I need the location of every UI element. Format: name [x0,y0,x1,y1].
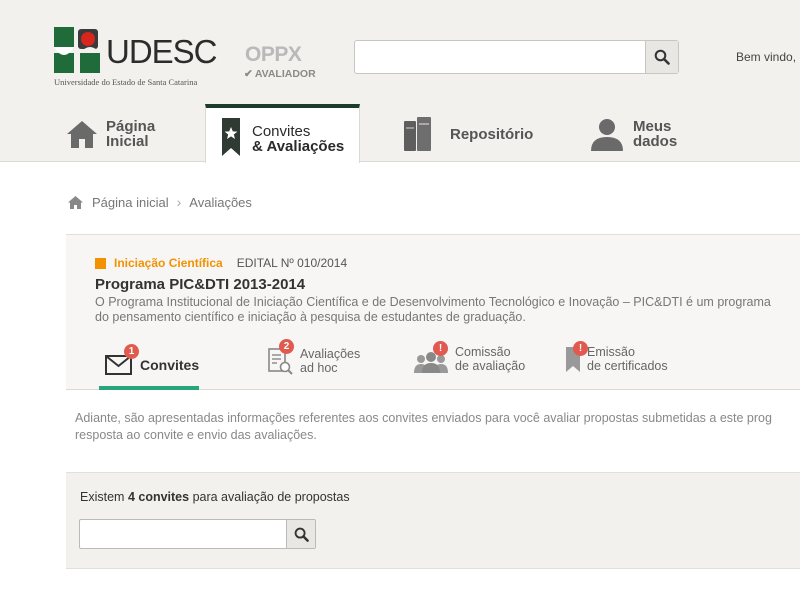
program-card: Iniciação Científica EDITAL Nº 010/2014 … [66,234,800,390]
tab-comissao-label: Comissão de avaliação [455,345,526,373]
nav-home-label: Página Inicial [106,118,156,150]
user-icon [591,119,623,151]
house-icon [68,195,83,209]
comissao-badge: ! [433,341,448,356]
category-marker [95,257,106,269]
nav-meus-dados[interactable]: Meus dados [589,114,677,154]
header-search-button[interactable] [645,41,678,73]
books-icon [404,117,431,151]
tab-convites-label: Convites [140,357,200,373]
search-icon [294,527,309,542]
nav-meus-dados-label: Meus dados [633,118,678,150]
tab-convites[interactable]: 1 Convites [99,344,200,390]
intro-text: Adiante, são apresentadas informações re… [75,411,772,442]
tab-emissao[interactable]: ! Emissão de certificados [565,341,668,373]
header-search [354,40,679,74]
convites-count: Existem 4 convites para avaliação de pro… [80,490,350,504]
adhoc-badge: 2 [279,339,294,354]
convites-search-input[interactable] [80,520,286,548]
role-label: AVALIADOR [254,68,316,80]
convites-badge: 1 [124,344,139,359]
emissao-badge: ! [573,341,588,356]
program-category: Iniciação Científica [114,256,223,270]
tab-comissao[interactable]: ! Comissão de avaliação [413,341,526,373]
nav-repositorio-label: Repositório [450,125,534,143]
tab-adhoc-label: Avaliações ad hoc [300,347,361,375]
udesc-logo-mark [54,27,100,73]
nav-convites[interactable]: Convites & Avaliações [205,104,360,163]
udesc-logo[interactable]: UDESC Universidade do Estado de Santa Ca… [54,27,229,89]
convites-count-box: Existem 4 convites para avaliação de pro… [66,472,800,569]
oppx-role: ✔ AVALIADOR [244,68,316,80]
breadcrumb-current: Avaliações [189,194,252,210]
nav-convites-label: Convites & Avaliações [252,123,345,155]
welcome-text: Bem vindo, [736,50,797,64]
chevron-right-icon: › [176,194,182,210]
logo-subtitle: Universidade do Estado de Santa Catarina [54,77,198,87]
logo-name: UDESC [106,33,218,70]
nav-home[interactable]: Página Inicial [66,114,155,154]
program-title: Programa PIC&DTI 2013-2014 [95,276,306,293]
site-header: UDESC Universidade do Estado de Santa Ca… [0,0,800,163]
header-search-input[interactable] [355,41,645,73]
bookmark-star-icon [222,118,240,156]
breadcrumb-home[interactable]: Página inicial [92,195,169,210]
program-edital: EDITAL Nº 010/2014 [236,256,348,270]
tab-avaliacoes-adhoc[interactable]: 2 Avaliações ad hoc [268,339,361,377]
program-description: O Programa Institucional de Iniciação Ci… [95,295,771,324]
tab-emissao-label: Emissão de certificados [587,345,668,373]
oppx-name: OPPX [245,43,302,66]
program-tag-row: Iniciação Científica EDITAL Nº 010/2014 [95,256,347,270]
nav-repositorio[interactable]: Repositório [402,114,533,154]
search-icon [654,49,670,65]
breadcrumb: Página inicial › Avaliações [68,194,252,210]
house-icon [67,121,97,148]
convites-search [79,519,316,549]
oppx-logo[interactable]: OPPX ✔ AVALIADOR [243,44,323,84]
check-icon: ✔ [244,68,253,80]
convites-search-button[interactable] [286,520,315,548]
